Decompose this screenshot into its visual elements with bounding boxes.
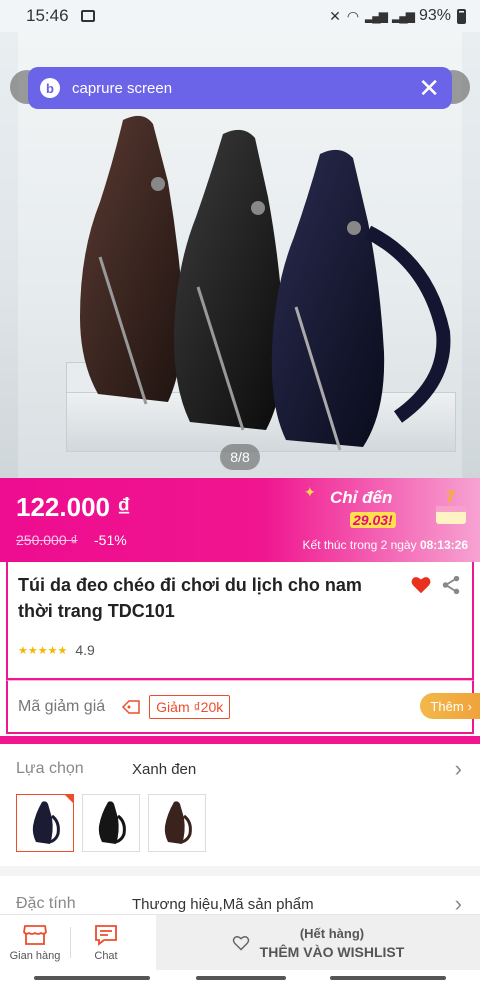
voucher-more-label: Thêm bbox=[430, 698, 464, 714]
gallery-icon bbox=[80, 10, 95, 22]
signal-icon-2: ▂▄▆ bbox=[392, 9, 415, 23]
voucher-chip[interactable]: Giảm ₫20k bbox=[149, 694, 231, 719]
variant-black[interactable] bbox=[82, 794, 140, 852]
status-bar: 15:46 ✕ ◠ ▂▄▆ ▂▄▆ 93% bbox=[0, 0, 480, 32]
close-icon[interactable]: ✕ bbox=[418, 75, 440, 101]
shop-label: Gian hàng bbox=[9, 949, 61, 962]
attributes-label: Đặc tính bbox=[16, 895, 76, 912]
product-image-gallery[interactable]: b caprure screen ✕ bbox=[0, 32, 480, 478]
variant-navy[interactable] bbox=[16, 794, 74, 852]
accent-divider bbox=[0, 736, 480, 744]
bag-thumbnail-icon bbox=[164, 801, 192, 844]
countdown-prefix: Kết thúc trong 2 ngày bbox=[302, 538, 417, 552]
countdown-time: 08:13:26 bbox=[419, 538, 468, 552]
voucher-row[interactable]: Mã giảm giá Giảm ₫20k Thêm › bbox=[6, 680, 480, 734]
product-info-card: Túi da đeo chéo đi chơi du lịch cho nam … bbox=[6, 562, 474, 680]
mute-icon: ✕ bbox=[329, 7, 341, 24]
capture-label: caprure screen bbox=[72, 79, 173, 97]
wifi-icon: ◠ bbox=[346, 7, 360, 24]
product-title: Túi da đeo chéo đi chơi du lịch cho nam … bbox=[18, 575, 362, 621]
share-icon[interactable] bbox=[440, 574, 462, 596]
voucher-more-button[interactable]: Thêm › bbox=[420, 693, 480, 719]
option-value: Xanh đen bbox=[132, 760, 197, 778]
variant-option-row[interactable]: Lựa chọn Xanh đen › bbox=[0, 744, 480, 794]
rating-stars-icon: ★★★★★ bbox=[18, 644, 68, 657]
nav-handle-right[interactable] bbox=[330, 976, 446, 980]
rating-value: 4.9 bbox=[75, 642, 95, 658]
chat-icon bbox=[95, 924, 117, 946]
chat-label: Chat bbox=[94, 949, 118, 962]
promo-label: Chỉ đến bbox=[330, 488, 393, 507]
chevron-right-icon: › bbox=[467, 698, 472, 714]
wishlist-label: THÊM VÀO WISHLIST bbox=[259, 944, 405, 960]
nav-handle-center[interactable] bbox=[196, 976, 286, 980]
price-band: 122.000 ₫ 250.000 ₫ -51% ✦ Chỉ đến 29.03… bbox=[0, 478, 480, 562]
status-right: ✕ ◠ ▂▄▆ ▂▄▆ 93% bbox=[329, 7, 466, 25]
voucher-tag-icon bbox=[122, 699, 140, 714]
chevron-right-icon: › bbox=[454, 756, 462, 781]
bottom-action-bar: Gian hàng Chat (Hết hàng) THÊM VÀO WISHL… bbox=[0, 914, 480, 971]
voucher-label: Mã giảm giá bbox=[18, 697, 106, 715]
heart-outline-icon bbox=[232, 936, 249, 951]
confetti-icon: ✦ bbox=[304, 484, 316, 500]
shop-icon bbox=[23, 924, 47, 945]
status-time: 15:46 bbox=[26, 6, 69, 25]
battery-icon bbox=[457, 8, 466, 24]
bag-thumbnail-icon bbox=[32, 801, 60, 844]
birthday-cake-icon: 7 bbox=[436, 489, 466, 524]
shop-button[interactable]: Gian hàng bbox=[0, 915, 70, 970]
option-label: Lựa chọn bbox=[16, 760, 84, 777]
add-to-wishlist-button[interactable]: (Hết hàng) THÊM VÀO WISHLIST bbox=[156, 915, 480, 971]
current-price: 122.000 ₫ bbox=[16, 492, 131, 522]
image-page-indicator: 8/8 bbox=[220, 444, 260, 470]
countdown: Kết thúc trong 2 ngày 08:13:26 bbox=[303, 538, 468, 552]
stock-status: (Hết hàng) bbox=[299, 926, 365, 941]
original-price: 250.000 ₫ bbox=[16, 532, 78, 548]
rating: ★★★★★ 4.9 bbox=[18, 642, 95, 658]
capture-screen-bar[interactable]: b caprure screen ✕ bbox=[28, 67, 452, 109]
bixby-icon: b bbox=[40, 78, 60, 98]
nav-handle-left[interactable] bbox=[34, 976, 150, 980]
signal-icon: ▂▄▆ bbox=[365, 9, 388, 23]
variant-thumbnails bbox=[16, 794, 206, 852]
promo-date: 29.03! bbox=[350, 512, 396, 528]
heart-icon[interactable] bbox=[410, 574, 432, 596]
variant-brown[interactable] bbox=[148, 794, 206, 852]
promo-banner: ✦ Chỉ đến 29.03! 7 bbox=[300, 482, 470, 534]
svg-text:7: 7 bbox=[446, 489, 455, 506]
battery-level: 93% bbox=[418, 7, 451, 24]
bag-thumbnail-icon bbox=[98, 801, 126, 844]
section-separator bbox=[0, 866, 480, 876]
discount-percent: -51% bbox=[94, 532, 127, 548]
chat-button[interactable]: Chat bbox=[71, 915, 141, 970]
wishlist-text: (Hết hàng) THÊM VÀO WISHLIST bbox=[260, 925, 405, 961]
attributes-value: Thương hiệu,Mã sản phẩm bbox=[132, 895, 314, 913]
system-nav-bar bbox=[0, 970, 480, 987]
